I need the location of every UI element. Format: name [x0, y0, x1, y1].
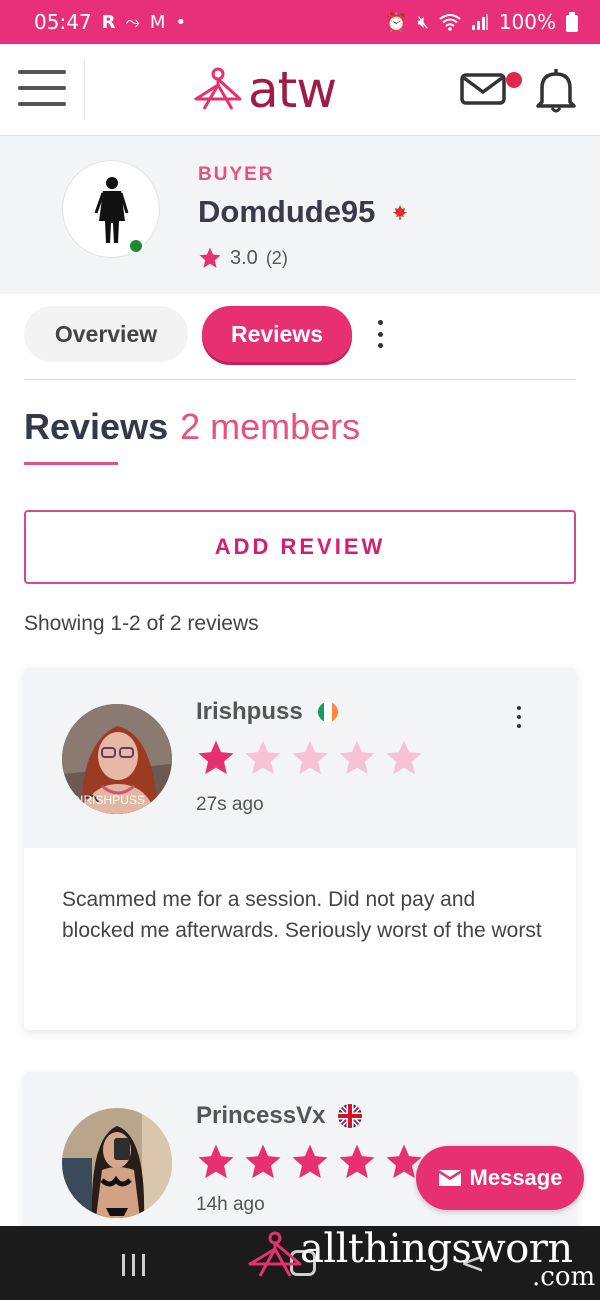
- reviewer-photo: @IRISHPUSS: [62, 704, 172, 814]
- app-header: atw: [0, 44, 600, 136]
- mail-icon[interactable]: [460, 72, 506, 106]
- showing-count-text: Showing 1-2 of 2 reviews: [24, 612, 259, 635]
- rating-count: (2): [265, 247, 288, 268]
- message-button[interactable]: Message: [416, 1146, 584, 1210]
- message-button-label: Message: [469, 1165, 563, 1190]
- tab-reviews[interactable]: Reviews: [202, 306, 352, 362]
- star-filled-icon: [198, 1144, 234, 1179]
- logo-text: atw: [248, 61, 337, 119]
- status-time: 05:47: [34, 10, 92, 34]
- reviewer-photo: [62, 1108, 172, 1218]
- uk-flag-icon: [338, 1104, 363, 1128]
- status-notification-icon: R: [101, 11, 116, 33]
- review-time: 27s ago: [196, 794, 264, 815]
- section-underline: [24, 462, 118, 465]
- hanger-logo-icon: [194, 67, 242, 110]
- reviewer-name-text: Irishpuss: [196, 698, 303, 725]
- battery-icon: [566, 12, 578, 32]
- missed-call-icon: ⤳: [125, 11, 140, 33]
- battery-percent: 100%: [498, 10, 556, 34]
- default-person-icon: [94, 177, 129, 243]
- gmail-icon: M: [149, 11, 166, 33]
- site-logo[interactable]: atw: [192, 61, 337, 119]
- reviews-section-title: Reviews 2 members: [24, 406, 360, 448]
- reviewer-avatar[interactable]: [62, 1108, 172, 1218]
- reviewer-avatar[interactable]: @IRISHPUSS: [62, 704, 172, 814]
- star-filled-icon: [339, 1144, 375, 1179]
- username-text: Domdude95: [198, 194, 376, 229]
- profile-header: BUYER Domdude95 3.0 (2): [0, 136, 600, 294]
- alarm-icon: ⏰: [385, 11, 408, 33]
- profile-avatar[interactable]: [62, 160, 160, 258]
- star-filled-icon: [292, 1144, 328, 1179]
- header-divider: [84, 60, 85, 120]
- star-empty-icon: [386, 740, 422, 775]
- star-rating: [196, 1142, 424, 1182]
- status-dot-icon: •: [175, 11, 187, 33]
- wifi-icon: [439, 14, 461, 31]
- star-empty-icon: [339, 740, 375, 775]
- status-bar: 05:47 R ⤳ M • ⏰ 🔇︎ 100%: [0, 0, 600, 44]
- rating-value: 3.0: [230, 246, 258, 269]
- review-card-header: @IRISHPUSS Irishpuss 27s ago: [24, 668, 576, 848]
- bell-icon[interactable]: [534, 66, 578, 114]
- profile-role: BUYER: [198, 164, 275, 185]
- recent-apps-icon[interactable]: [122, 1254, 145, 1276]
- ireland-flag-icon: [317, 702, 338, 722]
- watermark-suffix: .com: [532, 1262, 596, 1292]
- reviewer-name[interactable]: Irishpuss: [196, 698, 341, 726]
- tab-overview[interactable]: Overview: [24, 306, 188, 362]
- signal-icon: [471, 14, 488, 30]
- profile-tabs: Overview Reviews: [24, 306, 576, 380]
- add-review-button[interactable]: ADD REVIEW: [24, 510, 576, 584]
- reviewer-name-text: PrincessVx: [196, 1102, 326, 1129]
- review-time: 14h ago: [196, 1194, 265, 1215]
- star-empty-icon: [292, 740, 328, 775]
- star-icon: [199, 247, 221, 268]
- review-options-icon[interactable]: [514, 706, 524, 728]
- avatar-watermark: @IRISHPUSS: [68, 793, 145, 807]
- review-text: Scammed me for a session. Did not pay an…: [62, 888, 542, 942]
- site-watermark: allthingsworn .com: [246, 1226, 596, 1296]
- star-filled-icon: [245, 1144, 281, 1179]
- canada-flag-icon: [393, 205, 408, 220]
- online-status-dot: [128, 238, 144, 254]
- star-rating: [196, 738, 424, 778]
- more-options-icon[interactable]: [370, 320, 390, 348]
- profile-username: Domdude95: [198, 194, 411, 230]
- profile-rating: 3.0 (2): [198, 246, 288, 270]
- star-empty-icon: [245, 740, 281, 775]
- section-title-text: Reviews: [24, 406, 169, 447]
- mail-notification-dot: [506, 72, 522, 88]
- watermark-hanger-icon: [248, 1231, 302, 1277]
- star-filled-icon: [198, 740, 234, 775]
- hamburger-icon[interactable]: [18, 70, 66, 110]
- reviewer-name[interactable]: PrincessVx: [196, 1102, 363, 1130]
- members-count: 2 members: [180, 406, 361, 447]
- mute-icon: 🔇︎: [417, 11, 429, 33]
- review-card: @IRISHPUSS Irishpuss 27s ago Scammed me …: [24, 668, 576, 1030]
- envelope-icon: [438, 1170, 461, 1186]
